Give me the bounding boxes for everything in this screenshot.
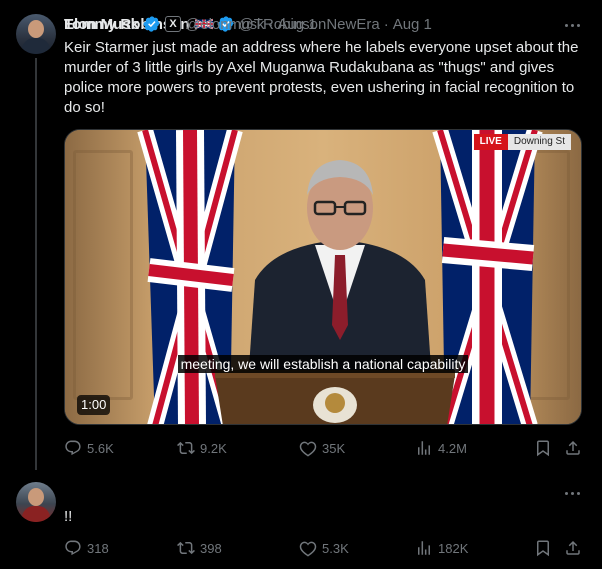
video-duration: 1:00 bbox=[77, 395, 111, 415]
bookmark-button[interactable] bbox=[534, 539, 552, 557]
reply-icon bbox=[65, 540, 81, 556]
views-count: 182K bbox=[438, 540, 469, 556]
repost-count: 398 bbox=[200, 540, 222, 556]
verified-icon[interactable] bbox=[143, 15, 161, 33]
reply-count: 318 bbox=[87, 540, 109, 556]
share-button[interactable] bbox=[564, 439, 582, 457]
like-icon bbox=[299, 541, 317, 557]
avatar-elon-musk[interactable] bbox=[16, 482, 56, 522]
video-subtitle: meeting, we will establish a national ca… bbox=[65, 355, 581, 374]
bookmark-icon bbox=[537, 440, 549, 457]
like-count: 5.3K bbox=[322, 540, 349, 556]
like-icon bbox=[299, 441, 317, 457]
live-label: LIVE bbox=[473, 134, 508, 150]
reply-count: 5.6K bbox=[87, 440, 114, 456]
tweet-actions: 318 398 5.3K 182K bbox=[64, 539, 586, 559]
like-count: 35K bbox=[322, 440, 346, 456]
views-icon bbox=[418, 441, 430, 455]
lectern bbox=[215, 370, 455, 424]
tweet-text: !! bbox=[64, 508, 73, 525]
avatar-body bbox=[22, 38, 50, 54]
avatar-head bbox=[28, 488, 44, 506]
video-player[interactable]: LIVE Downing St meeting, we will establi… bbox=[64, 129, 582, 425]
reply-icon bbox=[65, 440, 81, 456]
views-icon bbox=[418, 541, 430, 555]
share-icon bbox=[566, 540, 580, 555]
share-icon bbox=[566, 440, 580, 455]
tweet-date[interactable]: Aug 1 bbox=[277, 16, 316, 33]
x-badge-icon[interactable]: X bbox=[165, 16, 182, 32]
repost-button[interactable]: 9.2K bbox=[177, 439, 227, 457]
tweet-header: Elon Musk X @elonmusk · Aug 1 bbox=[64, 14, 317, 34]
like-button[interactable]: 35K bbox=[299, 439, 345, 457]
separator-dot: · bbox=[383, 15, 389, 33]
share-button[interactable] bbox=[564, 539, 582, 557]
separator-dot: · bbox=[268, 15, 274, 33]
bookmark-icon bbox=[537, 540, 549, 557]
repost-count: 9.2K bbox=[200, 440, 227, 456]
repost-icon bbox=[177, 541, 195, 555]
views-count: 4.2M bbox=[438, 440, 467, 456]
avatar-head bbox=[28, 20, 44, 38]
tweet-text: Keir Starmer just made an address where … bbox=[64, 39, 579, 116]
more-icon[interactable] bbox=[560, 16, 584, 34]
user-handle[interactable]: @elonmusk bbox=[185, 16, 264, 33]
tweet-actions: 5.6K 9.2K 35K 4.2M bbox=[64, 439, 586, 459]
views-button[interactable]: 4.2M bbox=[415, 439, 467, 457]
like-button[interactable]: 5.3K bbox=[299, 539, 349, 557]
tweet-date[interactable]: Aug 1 bbox=[393, 16, 432, 33]
display-name[interactable]: Elon Musk bbox=[64, 16, 139, 33]
avatar-body bbox=[22, 506, 50, 522]
more-icon[interactable] bbox=[560, 484, 584, 502]
reply-button[interactable]: 5.6K bbox=[64, 439, 114, 457]
live-badge: LIVE Downing St bbox=[473, 134, 571, 150]
reply-button[interactable]: 318 bbox=[64, 539, 109, 557]
bookmark-button[interactable] bbox=[534, 439, 552, 457]
avatar-tommy-robinson[interactable] bbox=[16, 14, 56, 54]
location-label: Downing St bbox=[507, 134, 571, 150]
repost-icon bbox=[177, 441, 195, 455]
subtitle-text: meeting, we will establish a national ca… bbox=[177, 355, 469, 373]
views-button[interactable]: 182K bbox=[415, 539, 468, 557]
repost-button[interactable]: 398 bbox=[177, 539, 222, 557]
